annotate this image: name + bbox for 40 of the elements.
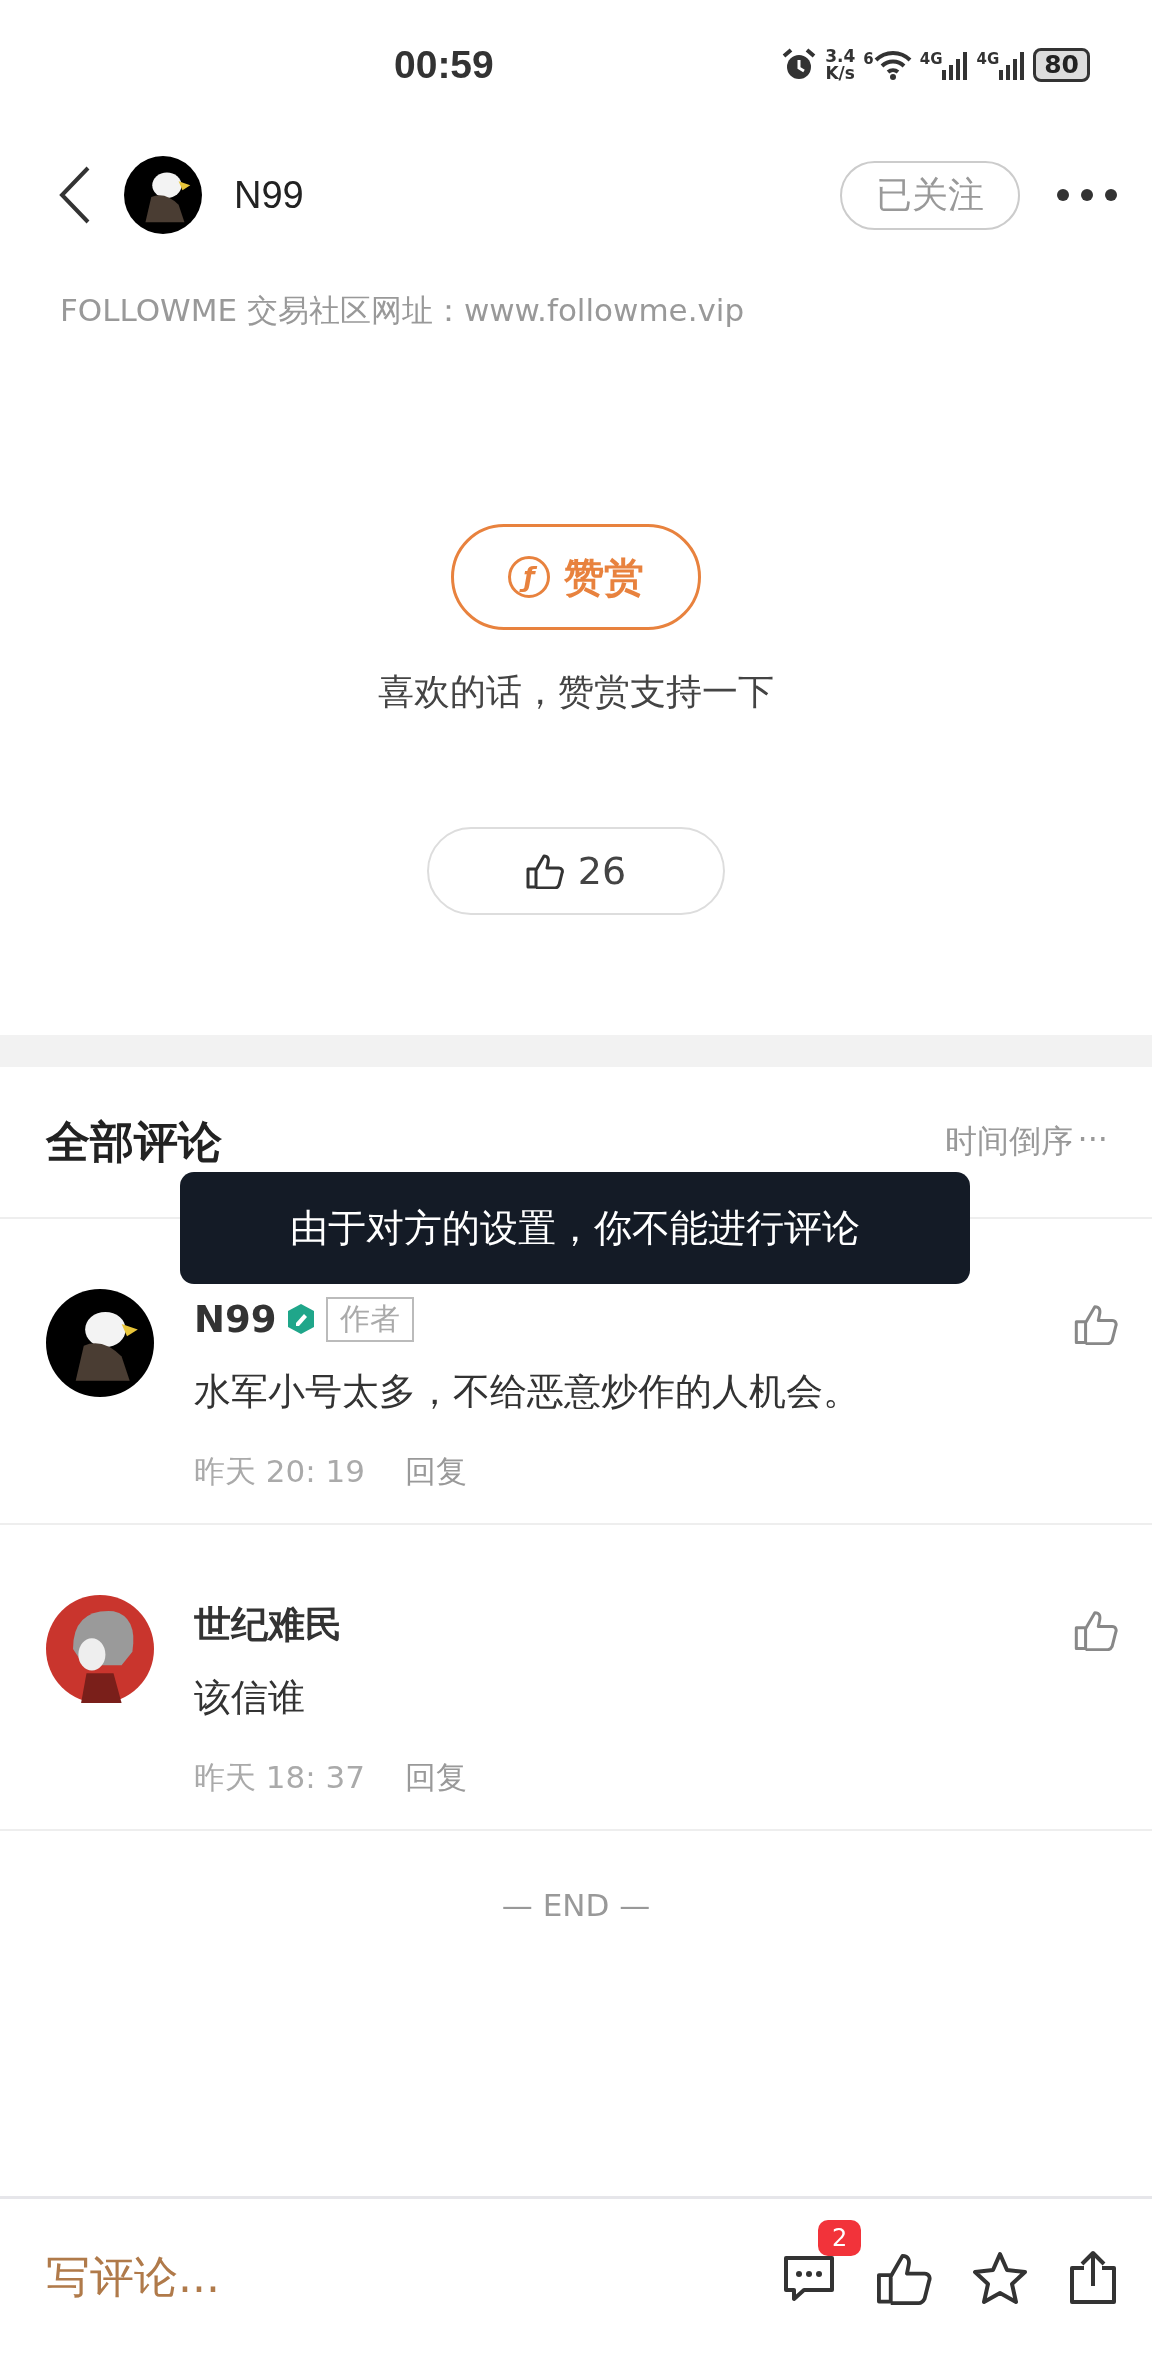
- wifi-label: 6: [863, 50, 874, 68]
- share-icon[interactable]: [1068, 2249, 1118, 2306]
- comment-input[interactable]: 写评论...: [46, 2248, 220, 2307]
- battery-level: 80: [1033, 48, 1090, 82]
- alarm-icon: [781, 48, 818, 82]
- tip-button[interactable]: ƒ 赞赏: [451, 524, 701, 630]
- author-name[interactable]: N99: [234, 173, 304, 217]
- coin-icon: ƒ: [508, 556, 550, 598]
- more-icon[interactable]: [1056, 188, 1118, 202]
- signal-icon: [999, 50, 1026, 80]
- sort-button[interactable]: 时间倒序···: [939, 1119, 1114, 1165]
- tip-caption: 喜欢的话，赞赏支持一下: [378, 670, 774, 714]
- comment-icon[interactable]: [782, 2253, 836, 2302]
- author-badge: 作者: [326, 1296, 415, 1342]
- status-time: 00:59: [394, 43, 494, 87]
- signal-icon: [942, 50, 969, 80]
- network-label: 4G: [976, 50, 1000, 68]
- back-icon[interactable]: [58, 165, 92, 225]
- comment-text: 该信谁: [194, 1675, 306, 1721]
- commenter-name[interactable]: 世纪难民: [194, 1600, 342, 1650]
- comments-title: 全部评论: [46, 1114, 222, 1169]
- site-note: FOLLOWME 交易社区网址：www.followme.vip: [60, 291, 746, 330]
- reply-button[interactable]: 回复: [405, 1757, 468, 1799]
- wifi-icon: [873, 50, 912, 80]
- end-marker: — END —: [500, 1887, 652, 1923]
- thumbs-up-icon[interactable]: [1074, 1609, 1118, 1651]
- comment-text: 水军小号太多，不给恶意炒作的人机会。: [194, 1369, 861, 1415]
- network-label: 4G: [919, 50, 943, 68]
- thumbs-up-icon: [525, 853, 564, 889]
- network-speed: 3.4 K/s: [825, 48, 856, 82]
- count-badge: 2: [818, 2219, 862, 2256]
- comment-time: 昨天 18: 37: [194, 1758, 366, 1797]
- reply-button[interactable]: 回复: [405, 1451, 468, 1493]
- like-button[interactable]: 26: [427, 827, 725, 915]
- thumbs-up-icon[interactable]: [1074, 1303, 1118, 1345]
- follow-button[interactable]: 已关注: [840, 160, 1020, 230]
- comment-time: 昨天 20: 19: [194, 1452, 366, 1491]
- toast-message: 由于对方的设置，你不能进行评论: [180, 1172, 970, 1284]
- star-icon[interactable]: [972, 2250, 1028, 2305]
- commenter-name[interactable]: N99: [194, 1297, 277, 1341]
